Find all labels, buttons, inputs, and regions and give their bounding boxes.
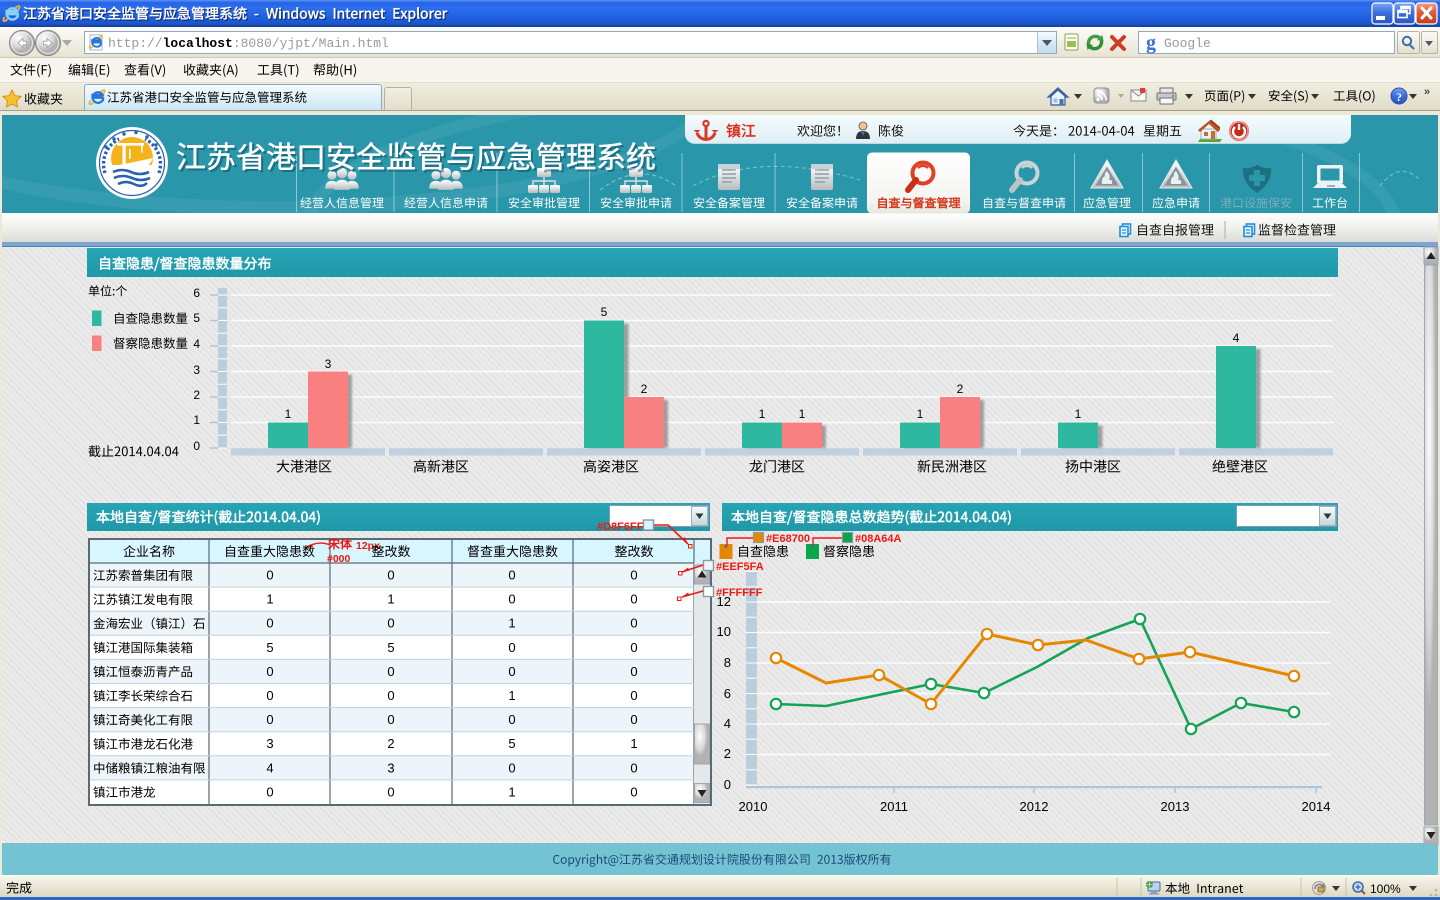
svg-text:1: 1 [630,736,637,751]
svg-text:1: 1 [508,616,515,631]
svg-text:0: 0 [630,688,637,703]
svg-text:0: 0 [387,664,394,679]
svg-text:0: 0 [387,688,394,703]
svg-text:0: 0 [630,640,637,655]
svg-text:2011: 2011 [880,799,908,814]
svg-text:3: 3 [325,357,332,371]
svg-text:100%: 100% [1370,882,1401,896]
svg-text:0: 0 [387,712,394,727]
svg-text:#D8F6FF: #D8F6FF [597,521,644,533]
svg-text:0: 0 [266,664,273,679]
svg-text:0: 0 [630,592,637,607]
svg-text:2: 2 [957,382,964,396]
svg-text:g: g [1146,32,1156,54]
svg-text:0: 0 [387,616,394,631]
svg-text:#FFFFFF: #FFFFFF [716,587,763,599]
svg-text:4: 4 [193,337,200,351]
svg-text:1: 1 [508,784,515,799]
svg-text:2013: 2013 [1161,799,1190,814]
svg-text:0: 0 [508,568,515,583]
svg-text:»: » [1424,86,1430,98]
svg-text:1: 1 [387,592,394,607]
svg-text:2: 2 [387,736,394,751]
svg-text:1: 1 [193,413,200,427]
svg-text:0: 0 [508,592,515,607]
svg-text:0: 0 [387,784,394,799]
svg-text:5: 5 [266,640,273,655]
svg-text:#000: #000 [327,553,351,565]
svg-text:10: 10 [717,624,731,639]
svg-text:http://localhost:8080/yjpt/Mai: http://localhost:8080/yjpt/Main.html [108,36,389,51]
svg-text:3: 3 [193,363,200,377]
svg-text:0: 0 [266,784,273,799]
svg-text:1: 1 [759,407,766,421]
svg-text:1: 1 [285,407,292,421]
svg-text:6: 6 [724,686,731,701]
svg-text:1: 1 [799,407,806,421]
svg-text:0: 0 [630,664,637,679]
svg-text:Google: Google [1164,36,1211,51]
svg-text:0: 0 [266,688,273,703]
svg-text:4: 4 [1233,331,1240,345]
svg-text:0: 0 [724,777,731,792]
svg-text:#EEF5FA: #EEF5FA [716,561,764,573]
svg-text:2: 2 [641,382,648,396]
svg-text:2014: 2014 [1302,799,1331,814]
svg-text:1: 1 [266,592,273,607]
svg-text:0: 0 [630,712,637,727]
svg-text:2: 2 [724,746,731,761]
svg-text:0: 0 [266,712,273,727]
svg-text:0: 0 [630,784,637,799]
svg-text:0: 0 [630,760,637,775]
svg-text:5: 5 [193,311,200,325]
svg-text:8: 8 [724,655,731,670]
svg-text:0: 0 [630,616,637,631]
svg-text:5: 5 [508,736,515,751]
svg-text:0: 0 [266,568,273,583]
svg-text:5: 5 [601,305,608,319]
svg-text:3: 3 [387,760,394,775]
svg-text:0: 0 [266,616,273,631]
svg-text:#E68700: #E68700 [766,533,810,545]
svg-text:0: 0 [508,640,515,655]
svg-text:2012: 2012 [1020,799,1049,814]
svg-text:#08A64A: #08A64A [855,533,902,545]
svg-text:3: 3 [266,736,273,751]
svg-text:1: 1 [508,688,515,703]
svg-text:4: 4 [724,716,731,731]
svg-text:2: 2 [193,388,200,402]
svg-text:0: 0 [387,568,394,583]
svg-text:4: 4 [266,760,273,775]
svg-text:1: 1 [917,407,924,421]
svg-text:6: 6 [193,286,200,300]
svg-text:0: 0 [508,760,515,775]
svg-text:0: 0 [630,568,637,583]
svg-text:1: 1 [1075,407,1082,421]
svg-text:5: 5 [387,640,394,655]
svg-text:2010: 2010 [739,799,768,814]
svg-text:?: ? [1396,90,1402,104]
svg-text:0: 0 [508,712,515,727]
svg-text:0: 0 [193,439,200,453]
svg-text:0: 0 [508,664,515,679]
